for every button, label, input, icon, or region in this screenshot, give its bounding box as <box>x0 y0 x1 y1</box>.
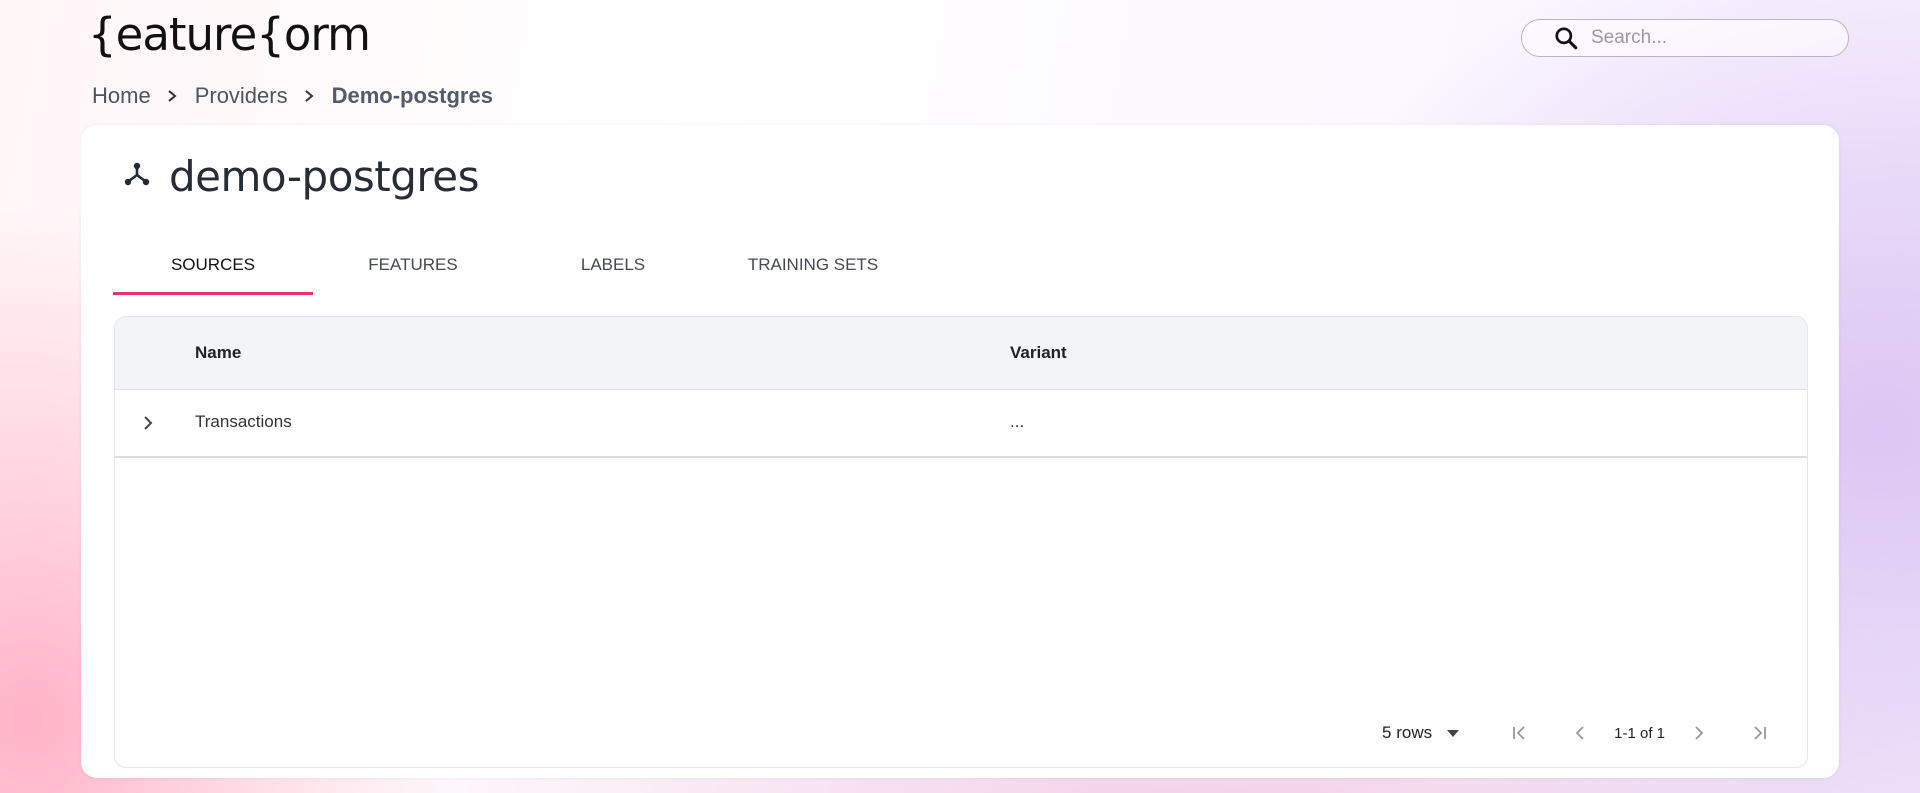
chevron-right-icon <box>168 90 177 102</box>
breadcrumb-home[interactable]: Home <box>92 83 151 109</box>
previous-page-icon[interactable] <box>1568 721 1592 745</box>
breadcrumb-current: Demo-postgres <box>331 83 493 108</box>
search-input[interactable] <box>1589 26 1833 50</box>
row-name: Transactions <box>195 412 292 431</box>
search-icon <box>1555 27 1578 50</box>
featureform-logo[interactable]: {eature{orm <box>88 8 371 61</box>
provider-icon <box>124 162 150 185</box>
chevron-right-icon <box>304 90 314 102</box>
page-header: demo-postgres <box>123 152 479 201</box>
sources-table: Name Variant Transactions ... 5 rows 1-1… <box>114 316 1808 768</box>
pagination: 5 rows 1-1 of 1 <box>1382 721 1789 745</box>
tab-bar: Sources Features Labels Training Sets <box>113 237 913 295</box>
next-page-icon[interactable] <box>1687 721 1711 745</box>
breadcrumb: Home Providers Demo-postgres <box>92 83 493 109</box>
last-page-icon[interactable] <box>1747 721 1771 745</box>
expand-row-icon[interactable] <box>137 412 159 434</box>
search-box[interactable] <box>1521 19 1849 57</box>
row-variant: ... <box>1010 412 1025 431</box>
provider-card: demo-postgres Sources Features Labels Tr… <box>81 125 1839 778</box>
tab-training-sets[interactable]: Training Sets <box>713 237 913 293</box>
first-page-icon[interactable] <box>1508 721 1532 745</box>
tab-features[interactable]: Features <box>313 237 513 293</box>
column-header-name[interactable]: Name <box>195 343 241 363</box>
caret-down-icon <box>1447 730 1460 737</box>
table-row[interactable]: Transactions ... <box>115 390 1807 458</box>
breadcrumb-providers[interactable]: Providers <box>195 83 288 109</box>
rows-per-page-select[interactable]: 5 rows <box>1382 723 1490 743</box>
rows-per-page-label: 5 rows <box>1382 723 1433 742</box>
column-header-variant[interactable]: Variant <box>1010 343 1067 363</box>
page-title: demo-postgres <box>169 152 479 201</box>
page-range: 1-1 of 1 <box>1614 724 1665 742</box>
tab-labels[interactable]: Labels <box>513 237 713 293</box>
table-header: Name Variant <box>115 317 1807 390</box>
tab-sources[interactable]: Sources <box>113 237 313 295</box>
